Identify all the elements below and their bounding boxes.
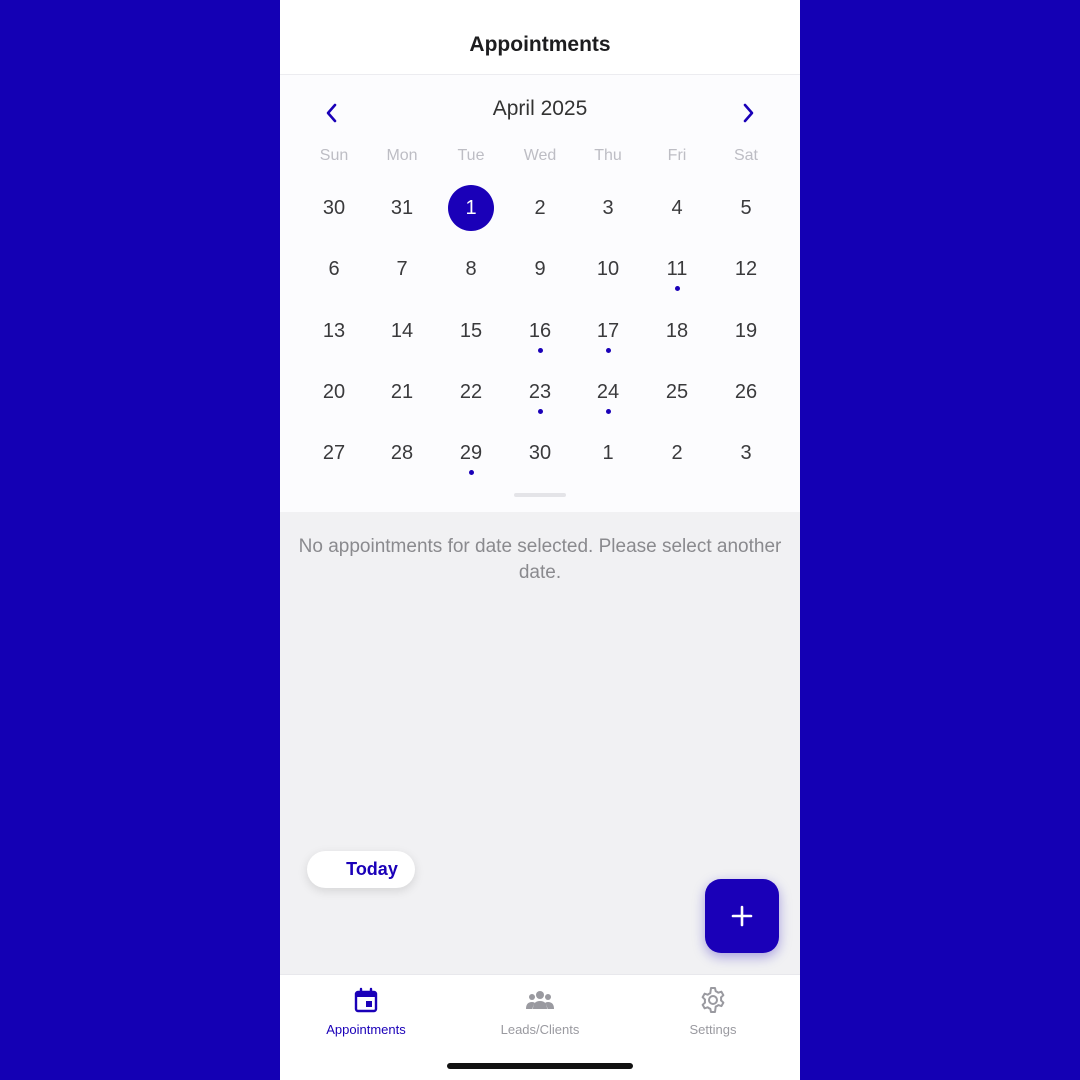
calendar-day-selected[interactable]: 1	[448, 185, 494, 231]
calendar-day[interactable]: 4	[654, 185, 700, 231]
calendar-day[interactable]: 21	[379, 369, 425, 415]
calendar-day[interactable]: 6	[311, 246, 357, 292]
calendar-day[interactable]: 8	[448, 246, 494, 292]
calendar-day[interactable]: 14	[379, 308, 425, 354]
chevron-right-icon	[743, 103, 754, 123]
calendar-day[interactable]: 5	[723, 185, 769, 231]
calendar-day[interactable]: 26	[723, 369, 769, 415]
tab-settings[interactable]: Settings	[643, 983, 783, 1043]
empty-state-message: No appointments for date selected. Pleas…	[298, 536, 782, 583]
people-icon	[526, 991, 554, 1009]
calendar-day[interactable]: 22	[448, 369, 494, 415]
tab-leads-clients[interactable]: Leads/Clients	[470, 983, 610, 1043]
calendar-day[interactable]: 20	[311, 369, 357, 415]
page-title: Appointments	[469, 33, 611, 56]
calendar-icon	[354, 987, 378, 1013]
weekday-label: Tue	[457, 147, 485, 164]
plus-icon	[731, 905, 753, 927]
appointment-indicator-dot	[468, 470, 474, 475]
calendar-day[interactable]: 18	[654, 308, 700, 354]
appointment-indicator-dot	[537, 409, 543, 414]
weekday-label: Sat	[733, 147, 758, 164]
weekday-label: Wed	[523, 147, 557, 164]
calendar-day[interactable]: 2	[517, 185, 563, 231]
weekday-label: Fri	[667, 147, 687, 164]
calendar-day[interactable]: 15	[448, 308, 494, 354]
weekday-header: Sun Mon Tue Wed Thu Fri Sat	[280, 147, 800, 169]
weekday-label: Sun	[319, 147, 349, 164]
today-button-label: Today	[346, 859, 398, 879]
calendar-day[interactable]: 3	[585, 185, 631, 231]
calendar-day[interactable]: 3	[723, 430, 769, 476]
tab-bar: Appointments Leads/Clients Settings	[280, 974, 800, 1080]
home-indicator	[447, 1063, 633, 1069]
calendar-day[interactable]: 19	[723, 308, 769, 354]
calendar-day[interactable]: 30	[517, 430, 563, 476]
gear-icon	[701, 987, 725, 1013]
calendar-day[interactable]: 1	[585, 430, 631, 476]
appointment-indicator-dot	[605, 348, 611, 353]
calendar: April 2025 Sun Mon Tue Wed Thu Fri Sat 30 31 1 2 3…	[280, 75, 800, 512]
month-label: April 2025	[492, 97, 588, 120]
calendar-day[interactable]: 25	[654, 369, 700, 415]
weekday-label: Thu	[594, 147, 622, 164]
calendar-collapse-handle[interactable]	[514, 493, 566, 497]
weekday-label: Mon	[386, 147, 418, 164]
calendar-day[interactable]: 13	[311, 308, 357, 354]
tab-leads-clients-label: Leads/Clients	[500, 1022, 580, 1037]
tab-appointments[interactable]: Appointments	[296, 983, 436, 1043]
appointment-indicator-dot	[674, 286, 680, 291]
calendar-day[interactable]: 10	[585, 246, 631, 292]
appointment-indicator-dot	[537, 348, 543, 353]
navigation-header: Appointments	[280, 0, 800, 75]
calendar-day[interactable]: 12	[723, 246, 769, 292]
tab-settings-label: Settings	[689, 1022, 737, 1037]
month-navigation: April 2025	[280, 89, 800, 129]
next-month-button[interactable]	[730, 95, 766, 131]
previous-month-button[interactable]	[314, 95, 350, 131]
app-screen: Appointments April 2025 Sun Mon Tue Wed Thu F…	[280, 0, 800, 1080]
calendar-day[interactable]: 30	[311, 185, 357, 231]
calendar-day[interactable]: 9	[517, 246, 563, 292]
calendar-day[interactable]: 28	[379, 430, 425, 476]
calendar-day[interactable]: 31	[379, 185, 425, 231]
calendar-day[interactable]: 2	[654, 430, 700, 476]
calendar-day[interactable]: 7	[379, 246, 425, 292]
chevron-left-icon	[326, 103, 337, 123]
add-appointment-button[interactable]	[705, 879, 779, 953]
tab-appointments-label: Appointments	[326, 1022, 406, 1037]
today-button[interactable]: Today	[307, 851, 415, 888]
appointment-indicator-dot	[605, 409, 611, 414]
calendar-day[interactable]: 27	[311, 430, 357, 476]
